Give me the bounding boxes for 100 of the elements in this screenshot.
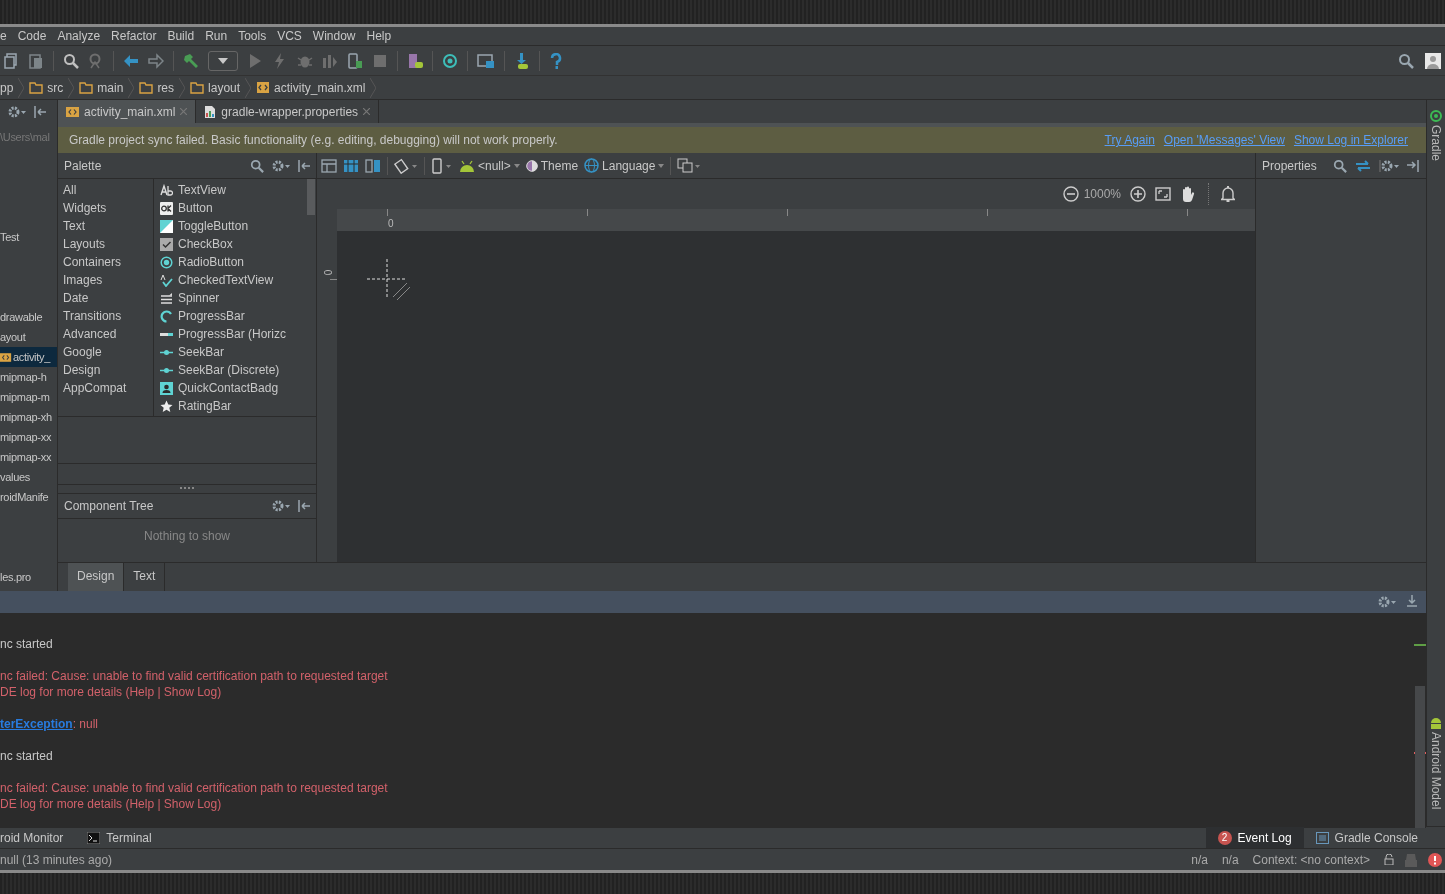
palette-widget[interactable]: ProgressBar (Horizc xyxy=(160,325,306,343)
editor-tab[interactable]: activity_main.xml xyxy=(58,100,197,123)
editor-mode-tab[interactable]: Design xyxy=(68,563,125,591)
palette-widget[interactable]: RadioButton xyxy=(160,253,306,271)
tool-window-tab[interactable]: Terminal xyxy=(75,827,164,848)
palette-category[interactable]: Date xyxy=(63,289,153,307)
lock-icon[interactable] xyxy=(1384,854,1394,865)
breadcrumb-item[interactable]: main xyxy=(79,80,124,95)
gear-icon[interactable] xyxy=(1378,596,1398,608)
palette-widget[interactable]: ProgressBar xyxy=(160,307,306,325)
palette-category[interactable]: Containers xyxy=(63,253,153,271)
palette-category[interactable]: AppCompat xyxy=(63,379,153,397)
gear-icon[interactable] xyxy=(8,105,26,118)
menu-item[interactable]: Window xyxy=(312,29,356,43)
status-field[interactable]: n/a xyxy=(1221,852,1239,867)
layout-icon[interactable] xyxy=(321,158,337,173)
side-tool-tab[interactable]: Android Model xyxy=(1429,717,1443,810)
tree-item[interactable]: mipmap-m xyxy=(0,387,57,407)
sync-icon[interactable] xyxy=(442,52,458,69)
theme-button[interactable]: Theme xyxy=(525,158,579,173)
palette-category[interactable]: Text xyxy=(63,217,153,235)
palette-widget[interactable]: CheckedTextView xyxy=(160,271,306,289)
palette-category[interactable]: Design xyxy=(63,361,153,379)
fit-screen-icon[interactable] xyxy=(1155,187,1171,201)
palette-widget[interactable]: CheckBox xyxy=(160,235,306,253)
breadcrumb-item[interactable]: layout xyxy=(190,80,241,95)
editor-tab[interactable]: gradle-wrapper.properties xyxy=(196,100,380,123)
gear-icon[interactable] xyxy=(272,159,290,172)
hammer-icon[interactable] xyxy=(183,52,199,69)
pin-icon[interactable] xyxy=(34,105,46,118)
tree-item[interactable]: mipmap-xx xyxy=(0,427,57,447)
language-dropdown[interactable]: Language xyxy=(584,158,665,173)
search-icon[interactable] xyxy=(63,52,79,69)
layout-variants-icon[interactable] xyxy=(677,157,702,174)
menu-item[interactable]: Code xyxy=(17,29,47,43)
scrollbar-thumb[interactable] xyxy=(1415,686,1425,828)
menu-item[interactable]: Analyze xyxy=(57,29,101,43)
palette-category[interactable]: All xyxy=(63,181,153,199)
palette-widget[interactable]: Spinner xyxy=(160,289,306,307)
run-config-dropdown[interactable] xyxy=(208,50,238,71)
swap-arrows-icon[interactable] xyxy=(1355,159,1371,172)
tree-item[interactable]: Test xyxy=(0,227,57,247)
user-avatar-icon[interactable] xyxy=(1425,52,1441,69)
menu-item[interactable]: VCS xyxy=(277,29,302,43)
search-icon[interactable] xyxy=(250,158,264,173)
palette-category[interactable]: Transitions xyxy=(63,307,153,325)
palette-category[interactable]: Layouts xyxy=(63,235,153,253)
log-link[interactable]: terException xyxy=(0,717,73,731)
tree-item[interactable]: roidManife xyxy=(0,487,57,507)
avd-manager-icon[interactable] xyxy=(407,52,423,69)
bell-icon[interactable] xyxy=(1221,186,1235,202)
palette-category[interactable]: Widgets xyxy=(63,199,153,217)
tree-item[interactable]: activity_ xyxy=(0,347,57,367)
tool-window-tab[interactable]: Gradle Console xyxy=(1303,827,1430,848)
rotate-icon[interactable] xyxy=(394,157,418,174)
close-icon[interactable] xyxy=(363,108,371,115)
menu-item[interactable]: Refactor xyxy=(111,29,157,43)
menu-item[interactable]: Help xyxy=(366,29,392,43)
palette-widget[interactable]: ToggleButton xyxy=(160,217,306,235)
hand-icon[interactable] xyxy=(1180,185,1196,203)
tool-window-tab[interactable]: 2 Event Log xyxy=(1205,827,1304,848)
gear-icon[interactable] xyxy=(272,500,290,512)
copy-icon[interactable] xyxy=(3,52,19,69)
palette-widget[interactable]: RatingBar xyxy=(160,397,306,415)
palette-widget[interactable]: TextView xyxy=(160,181,306,199)
zoom-out-icon[interactable] xyxy=(1062,186,1079,202)
hide-panel-icon[interactable] xyxy=(1407,159,1420,172)
error-icon[interactable] xyxy=(1428,852,1442,867)
pin-icon[interactable] xyxy=(298,159,310,172)
palette-category[interactable]: Images xyxy=(63,271,153,289)
side-tool-tab[interactable]: Gradle xyxy=(1429,110,1443,162)
palette-widget[interactable]: Button xyxy=(160,199,306,217)
scrollbar-thumb[interactable] xyxy=(307,179,315,215)
status-field[interactable]: Context: <no context> xyxy=(1252,852,1370,867)
gear-icon[interactable] xyxy=(1379,159,1399,172)
palette-widget[interactable]: SeekBar xyxy=(160,343,306,361)
zoom-in-icon[interactable] xyxy=(1130,186,1146,202)
breadcrumb-item[interactable]: res xyxy=(139,80,175,95)
split-view-icon[interactable] xyxy=(365,158,381,173)
tree-item[interactable]: les.pro xyxy=(0,567,57,587)
design-view-icon[interactable] xyxy=(343,158,359,173)
palette-category[interactable]: Advanced xyxy=(63,325,153,343)
project-structure-icon[interactable] xyxy=(477,52,495,69)
tree-item[interactable]: values xyxy=(0,467,57,487)
tree-item[interactable]: mipmap-h xyxy=(0,367,57,387)
breadcrumb-item[interactable]: pp xyxy=(0,80,14,95)
pin-icon[interactable] xyxy=(298,500,310,512)
breadcrumb-item[interactable]: src xyxy=(29,80,64,95)
status-field[interactable]: n/a xyxy=(1191,852,1208,867)
attach-debugger-icon[interactable] xyxy=(347,52,363,69)
device-icon[interactable] xyxy=(431,157,453,174)
tool-window-tab[interactable]: roid Monitor xyxy=(0,827,76,848)
tree-item[interactable]: drawable xyxy=(0,307,57,327)
menu-item[interactable]: Build xyxy=(167,29,195,43)
menu-item[interactable]: Run xyxy=(205,29,228,43)
palette-category[interactable]: Google xyxy=(63,343,153,361)
paste-icon[interactable] xyxy=(28,52,44,69)
breadcrumb-item[interactable]: activity_main.xml xyxy=(256,80,366,95)
menu-item[interactable]: Tools xyxy=(238,29,267,43)
api-level-dropdown[interactable]: <null> xyxy=(459,158,520,173)
